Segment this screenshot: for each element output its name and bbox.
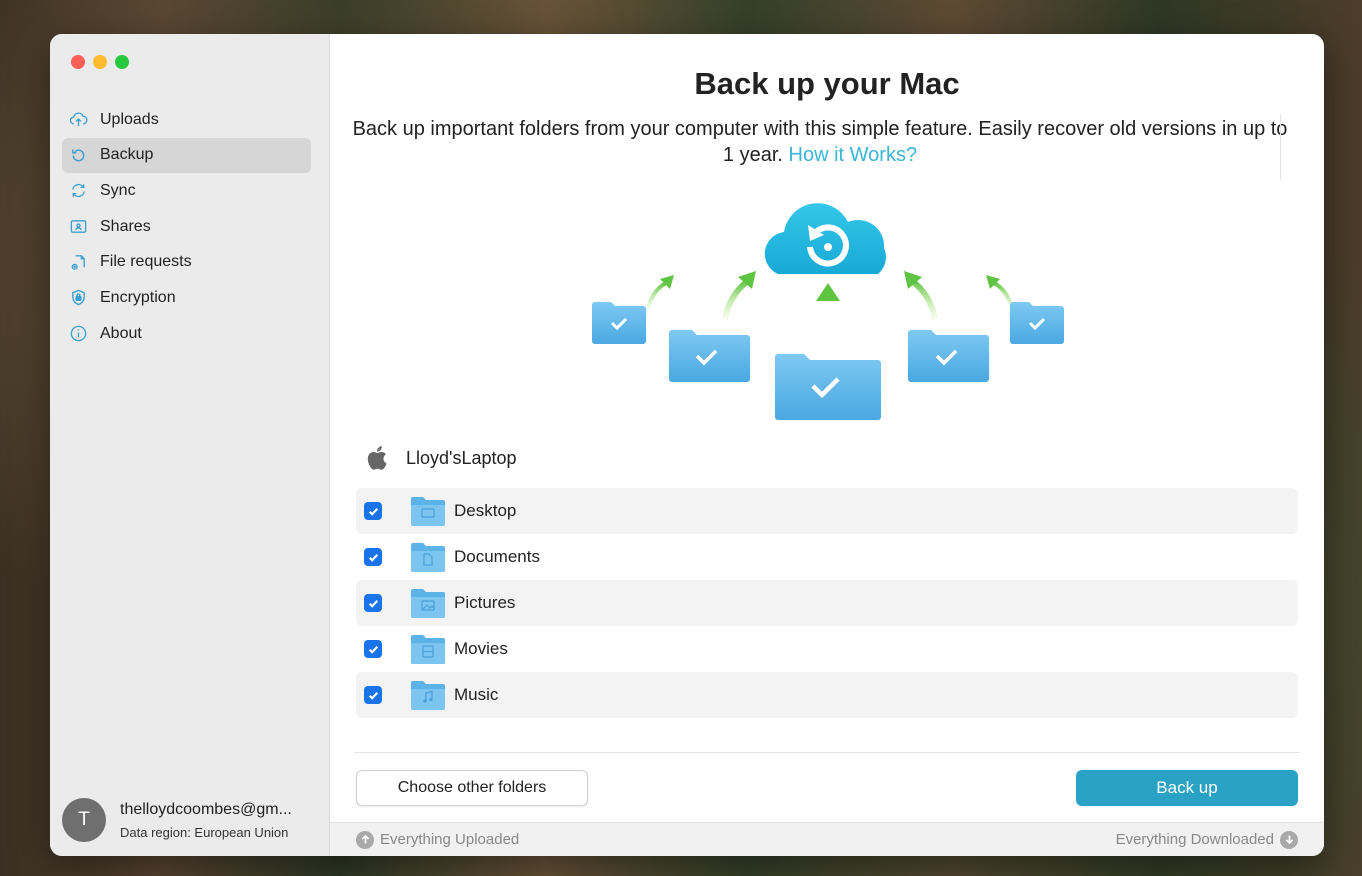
file-request-icon bbox=[68, 252, 88, 272]
sync-icon bbox=[68, 181, 88, 201]
upload-status-text: Everything Uploaded bbox=[380, 831, 520, 848]
backup-illustration bbox=[592, 203, 1064, 420]
download-status-icon bbox=[1280, 830, 1298, 849]
download-status: Everything Downloaded bbox=[1115, 830, 1298, 849]
folder-checkbox[interactable] bbox=[364, 502, 382, 520]
footer-divider bbox=[354, 752, 1300, 753]
upload-arrows bbox=[646, 271, 1014, 339]
folder-row-desktop[interactable]: Desktop bbox=[356, 488, 1298, 534]
page-description: Back up important folders from your comp… bbox=[350, 116, 1290, 168]
lock-icon bbox=[68, 288, 88, 308]
machine-header: Lloyd'sLaptop bbox=[364, 444, 517, 472]
folder-row-movies[interactable]: Movies bbox=[356, 626, 1298, 672]
sidebar-item-encryption[interactable]: Encryption bbox=[62, 280, 311, 315]
account-panel[interactable]: T thelloydcoombes@gm... Data region: Eur… bbox=[62, 798, 292, 842]
data-region: Data region: European Union bbox=[120, 824, 289, 840]
description-scrollbar[interactable] bbox=[1280, 114, 1298, 180]
how-it-works-link[interactable]: How it Works? bbox=[789, 144, 918, 166]
backup-icon bbox=[68, 145, 88, 165]
sidebar-item-label: Uploads bbox=[100, 110, 159, 128]
sidebar-item-about[interactable]: About bbox=[62, 316, 311, 351]
folder-checkbox[interactable] bbox=[364, 640, 382, 658]
sidebar-item-backup[interactable]: Backup bbox=[62, 137, 311, 173]
upload-status: Everything Uploaded bbox=[356, 830, 520, 849]
app-window: Uploads Backup Sync Shares File requests… bbox=[50, 34, 1324, 856]
sidebar-item-label: Sync bbox=[100, 181, 136, 199]
sidebar-item-sync[interactable]: Sync bbox=[62, 173, 311, 208]
apple-icon bbox=[367, 446, 387, 470]
desktop-folder-icon bbox=[411, 497, 445, 526]
sidebar-item-label: File requests bbox=[100, 253, 192, 271]
status-bar: Everything Uploaded Everything Downloade… bbox=[330, 822, 1324, 856]
sidebar-item-shares[interactable]: Shares bbox=[62, 209, 311, 244]
folder-checkbox[interactable] bbox=[364, 594, 382, 612]
sidebar: Uploads Backup Sync Shares File requests… bbox=[50, 34, 330, 856]
folder-list: Desktop Documents Pictures Movies Music bbox=[356, 488, 1298, 718]
info-icon bbox=[68, 324, 88, 344]
machine-name: Lloyd'sLaptop bbox=[406, 447, 517, 468]
sidebar-item-label: Backup bbox=[100, 146, 154, 164]
sidebar-item-file-requests[interactable]: File requests bbox=[62, 245, 311, 280]
folder-row-music[interactable]: Music bbox=[356, 672, 1298, 718]
main-panel: Back up your Mac Back up important folde… bbox=[330, 34, 1324, 856]
folder-label: Movies bbox=[454, 639, 508, 658]
folder-label: Desktop bbox=[454, 501, 517, 520]
folder-label: Pictures bbox=[454, 593, 516, 612]
shares-icon bbox=[68, 217, 88, 237]
sidebar-item-label: About bbox=[100, 324, 142, 342]
page-title: Back up your Mac bbox=[694, 66, 960, 101]
folder-label: Documents bbox=[454, 547, 540, 566]
sidebar-item-uploads[interactable]: Uploads bbox=[62, 102, 311, 137]
download-status-text: Everything Downloaded bbox=[1115, 831, 1274, 848]
folder-row-pictures[interactable]: Pictures bbox=[356, 580, 1298, 626]
sidebar-nav: Uploads Backup Sync Shares File requests… bbox=[62, 102, 311, 352]
choose-other-folders-button[interactable]: Choose other folders bbox=[356, 770, 588, 806]
close-window-button[interactable] bbox=[71, 55, 85, 69]
account-email: thelloydcoombes@gm... bbox=[120, 800, 292, 818]
minimize-window-button[interactable] bbox=[93, 55, 107, 69]
upload-cloud-icon bbox=[68, 110, 88, 130]
folder-label: Music bbox=[454, 685, 499, 704]
folder-row-documents[interactable]: Documents bbox=[356, 534, 1298, 580]
documents-folder-icon bbox=[411, 543, 445, 572]
sidebar-item-label: Shares bbox=[100, 217, 151, 235]
movies-folder-icon bbox=[411, 635, 445, 664]
upload-status-icon bbox=[356, 830, 374, 849]
cloud-sync-icon bbox=[764, 203, 886, 274]
back-up-button[interactable]: Back up bbox=[1076, 770, 1298, 806]
avatar: T bbox=[62, 798, 106, 842]
account-info: thelloydcoombes@gm... Data region: Europ… bbox=[120, 801, 292, 840]
folder-checkbox[interactable] bbox=[364, 548, 382, 566]
music-folder-icon bbox=[411, 681, 445, 710]
folder-checkbox[interactable] bbox=[364, 686, 382, 704]
sidebar-item-label: Encryption bbox=[100, 288, 176, 306]
window-controls bbox=[71, 55, 129, 69]
zoom-window-button[interactable] bbox=[115, 55, 129, 69]
pictures-folder-icon bbox=[411, 589, 445, 618]
